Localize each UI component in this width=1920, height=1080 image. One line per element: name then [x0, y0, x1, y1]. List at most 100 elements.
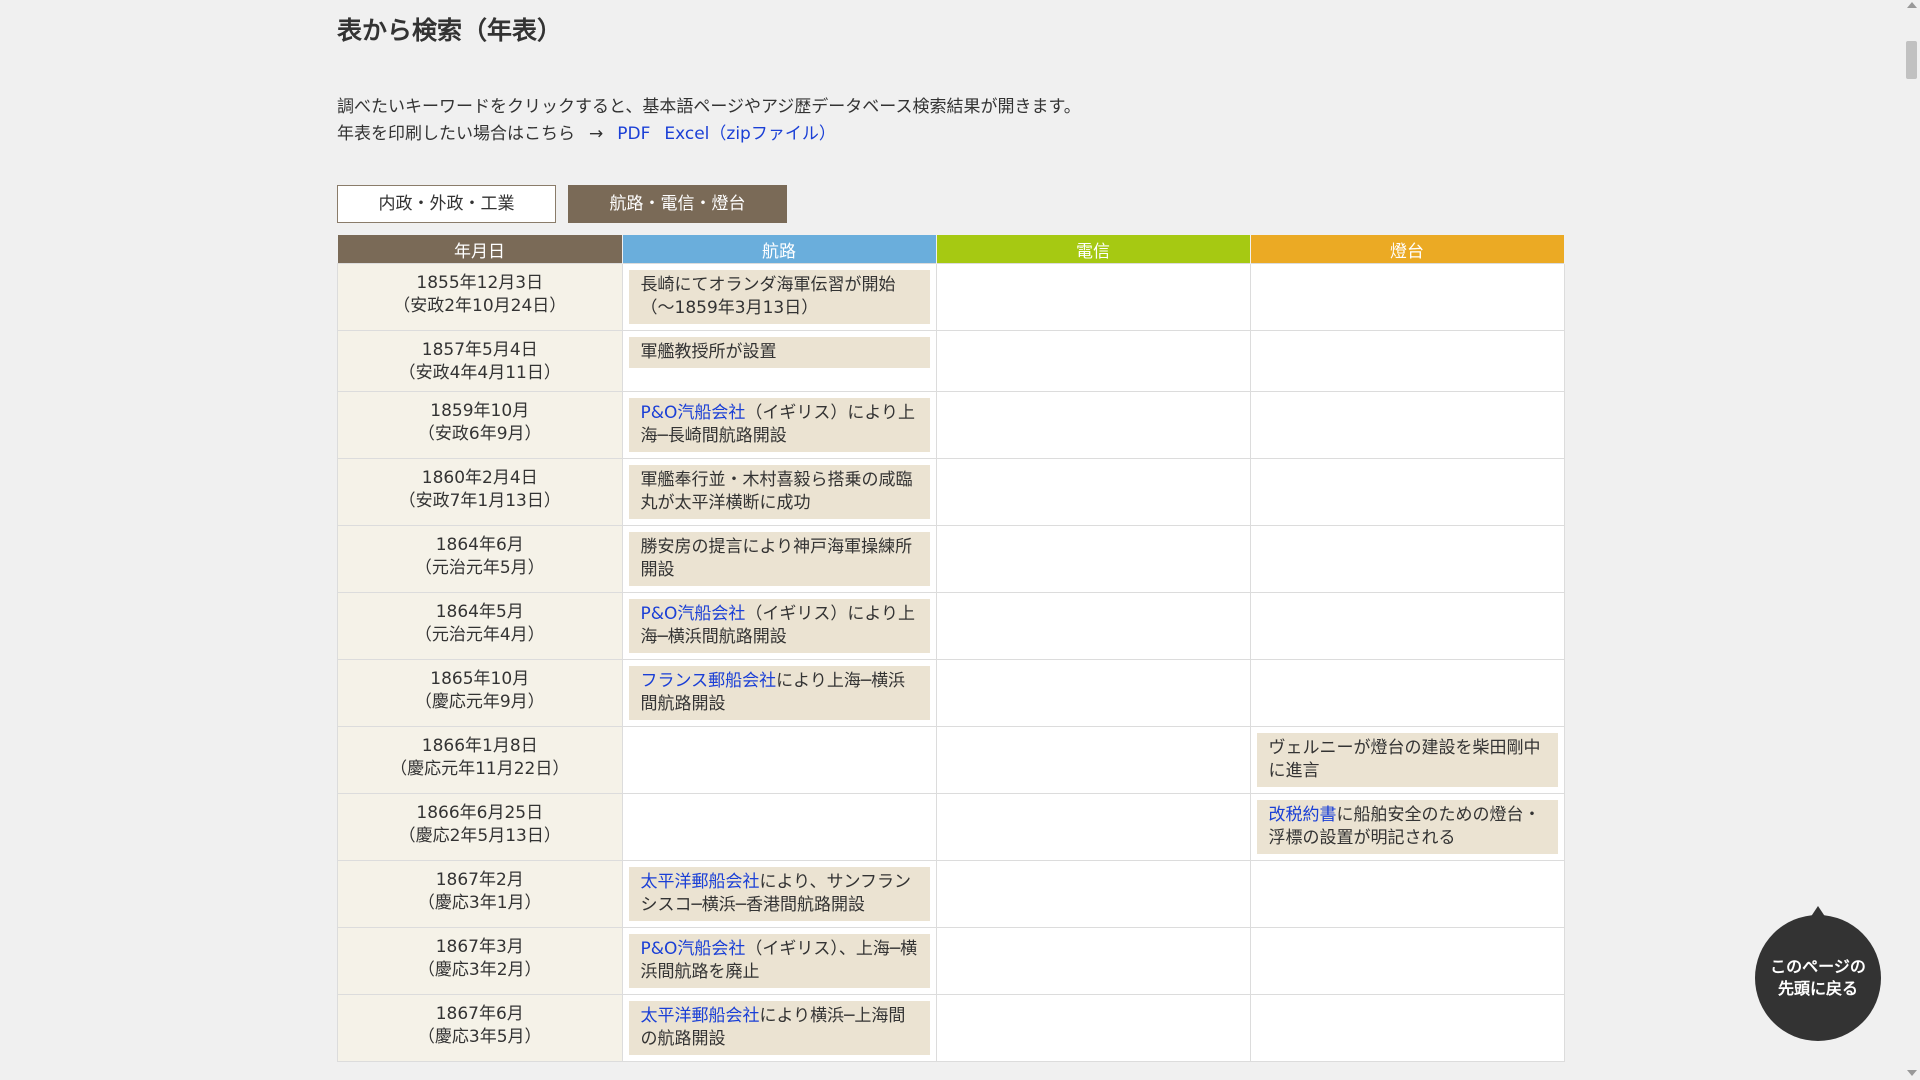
lighthouse-cell — [1249, 860, 1565, 928]
lighthouse-keyword-link[interactable]: 改税約書 — [1269, 805, 1337, 825]
telegraph-cell — [935, 659, 1251, 727]
lighthouse-cell — [1249, 927, 1565, 995]
route-event-text: 勝安房の提言により神戸海軍操練所開設 — [640, 537, 913, 580]
telegraph-cell — [935, 793, 1251, 861]
intro-line-2: 年表を印刷したい場合はこちら → PDF Excel（zipファイル） — [337, 121, 1561, 148]
date-western: 1864年5月 — [435, 602, 524, 622]
table-row: 1855年12月3日 （安政2年10月24日） 長崎にてオランダ海軍伝習が開始（～1… — [337, 263, 1565, 331]
date-japanese: （安政6年9月） — [417, 424, 542, 444]
print-prefix: 年表を印刷したい場合はこちら — [337, 124, 575, 144]
table-row: 1867年3月 （慶応3年2月） P&O汽船会社（イギリス）、上海─横浜間航路を廃止 — [337, 927, 1565, 995]
chronology-table: 年月日 航路 電信 燈台 1855年12月3日 （安政2年10月24日） 長崎にてオ… — [337, 235, 1565, 1062]
route-cell: 太平洋郵船会社により、サンフランシスコ─横浜─香港間航路開設 — [621, 860, 937, 928]
header-date: 年月日 — [337, 235, 623, 264]
table-row: 1859年10月 （安政6年9月） P&O汽船会社（イギリス）により上海─長崎間航路… — [337, 391, 1565, 459]
excel-link[interactable]: Excel（zipファイル） — [664, 124, 835, 144]
route-cell — [621, 726, 937, 794]
header-lighthouse: 燈台 — [1250, 235, 1565, 264]
date-cell: 1864年5月 （元治元年4月） — [337, 592, 623, 660]
intro-text: 調べたいキーワードをクリックすると、基本語ページやアジ歴データベース検索結果が開… — [337, 94, 1561, 148]
route-cell: 長崎にてオランダ海軍伝習が開始（～1859年3月13日） — [621, 263, 937, 331]
telegraph-cell — [935, 994, 1251, 1062]
date-cell: 1866年1月8日 （慶応元年11月22日） — [337, 726, 623, 794]
date-cell: 1855年12月3日 （安政2年10月24日） — [337, 263, 623, 331]
lighthouse-cell — [1249, 994, 1565, 1062]
date-cell: 1864年6月 （元治元年5月） — [337, 525, 623, 593]
date-cell: 1865年10月 （慶応元年9月） — [337, 659, 623, 727]
route-keyword-link[interactable]: P&O汽船会社 — [641, 403, 746, 423]
date-japanese: （慶応3年2月） — [417, 960, 542, 980]
route-event: フランス郵船会社により上海─横浜間航路開設 — [628, 666, 930, 720]
date-japanese: （元治元年4月） — [414, 625, 545, 645]
route-event: P&O汽船会社（イギリス）により上海─横浜間航路開設 — [628, 599, 930, 653]
scroll-thumb[interactable] — [1906, 41, 1917, 79]
date-western: 1867年6月 — [435, 1004, 524, 1024]
scroll-up-icon[interactable] — [1907, 2, 1917, 8]
telegraph-cell — [935, 860, 1251, 928]
table-row: 1864年6月 （元治元年5月） 勝安房の提言により神戸海軍操練所開設 — [337, 525, 1565, 593]
route-keyword-link[interactable]: フランス郵船会社 — [641, 671, 777, 691]
date-japanese: （安政7年1月13日） — [398, 491, 561, 511]
date-western: 1867年3月 — [435, 937, 524, 957]
back-to-top-button[interactable]: このページの 先頭に戻る — [1755, 915, 1881, 1041]
route-event: 太平洋郵船会社により、サンフランシスコ─横浜─香港間航路開設 — [628, 867, 930, 921]
route-keyword-link[interactable]: 太平洋郵船会社 — [641, 872, 760, 892]
lighthouse-cell — [1249, 592, 1565, 660]
route-keyword-link[interactable]: P&O汽船会社 — [641, 604, 746, 624]
route-event: P&O汽船会社（イギリス）、上海─横浜間航路を廃止 — [628, 934, 930, 988]
table-body: 1855年12月3日 （安政2年10月24日） 長崎にてオランダ海軍伝習が開始（～1… — [337, 263, 1565, 1062]
table-row: 1866年6月25日 （慶応2年5月13日） 改税約書に船舶安全のための燈台・浮標の… — [337, 793, 1565, 861]
route-keyword-link[interactable]: 太平洋郵船会社 — [641, 1006, 760, 1026]
date-cell: 1866年6月25日 （慶応2年5月13日） — [337, 793, 623, 861]
vertical-scrollbar[interactable] — [1903, 0, 1920, 1080]
route-event: 長崎にてオランダ海軍伝習が開始（～1859年3月13日） — [628, 270, 930, 324]
route-keyword-link[interactable]: P&O汽船会社 — [641, 939, 746, 959]
pdf-link[interactable]: PDF — [617, 124, 650, 144]
date-cell: 1859年10月 （安政6年9月） — [337, 391, 623, 459]
date-japanese: （慶応3年1月） — [417, 893, 542, 913]
lighthouse-event: 改税約書に船舶安全のための燈台・浮標の設置が明記される — [1256, 800, 1558, 854]
header-route: 航路 — [622, 235, 937, 264]
telegraph-cell — [935, 458, 1251, 526]
date-western: 1866年1月8日 — [421, 736, 538, 756]
telegraph-cell — [935, 592, 1251, 660]
route-cell: 勝安房の提言により神戸海軍操練所開設 — [621, 525, 937, 593]
tab-domestic-foreign-industry[interactable]: 内政・外政・工業 — [337, 185, 556, 223]
route-event-text: 軍艦奉行並・木村喜毅ら搭乗の咸臨丸が太平洋横断に成功 — [640, 470, 913, 513]
lighthouse-cell — [1249, 659, 1565, 727]
route-event-text: 軍艦教授所が設置 — [640, 342, 777, 362]
lighthouse-cell: ヴェルニーが燈台の建設を柴田剛中に進言 — [1249, 726, 1565, 794]
date-western: 1866年6月25日 — [416, 803, 544, 823]
date-japanese: （慶応2年5月13日） — [398, 826, 561, 846]
table-row: 1867年6月 （慶応3年5月） 太平洋郵船会社により横浜─上海間の航路開設 — [337, 994, 1565, 1062]
table-row: 1864年5月 （元治元年4月） P&O汽船会社（イギリス）により上海─横浜間航路開… — [337, 592, 1565, 660]
page: 表から検索（年表） 調べたいキーワードをクリックすると、基本語ページやアジ歴デー… — [0, 0, 1920, 1080]
telegraph-cell — [935, 927, 1251, 995]
date-western: 1864年6月 — [435, 535, 524, 555]
tab-route-telegraph-lighthouse[interactable]: 航路・電信・燈台 — [568, 185, 787, 223]
lighthouse-cell — [1249, 391, 1565, 459]
table-row: 1865年10月 （慶応元年9月） フランス郵船会社により上海─横浜間航路開設 — [337, 659, 1565, 727]
route-event: 勝安房の提言により神戸海軍操練所開設 — [628, 532, 930, 586]
telegraph-cell — [935, 330, 1251, 392]
telegraph-cell — [935, 391, 1251, 459]
date-cell: 1860年2月4日 （安政7年1月13日） — [337, 458, 623, 526]
date-japanese: （慶応元年11月22日） — [390, 759, 570, 779]
route-cell: P&O汽船会社（イギリス）により上海─長崎間航路開設 — [621, 391, 937, 459]
date-cell: 1867年6月 （慶応3年5月） — [337, 994, 623, 1062]
date-western: 1857年5月4日 — [421, 340, 538, 360]
date-japanese: （慶応元年9月） — [414, 692, 545, 712]
date-japanese: （安政2年10月24日） — [393, 296, 567, 316]
table-row: 1857年5月4日 （安政4年4月11日） 軍艦教授所が設置 — [337, 330, 1565, 392]
telegraph-cell — [935, 525, 1251, 593]
telegraph-cell — [935, 726, 1251, 794]
route-cell: P&O汽船会社（イギリス）、上海─横浜間航路を廃止 — [621, 927, 937, 995]
date-japanese: （慶応3年5月） — [417, 1027, 542, 1047]
lighthouse-cell — [1249, 525, 1565, 593]
scroll-down-icon[interactable] — [1907, 1070, 1917, 1076]
header-telegraph: 電信 — [936, 235, 1251, 264]
table-row: 1867年2月 （慶応3年1月） 太平洋郵船会社により、サンフランシスコ─横浜─香港… — [337, 860, 1565, 928]
lighthouse-event: ヴェルニーが燈台の建設を柴田剛中に進言 — [1256, 733, 1558, 787]
date-japanese: （安政4年4月11日） — [398, 363, 561, 383]
page-title: 表から検索（年表） — [337, 16, 563, 45]
